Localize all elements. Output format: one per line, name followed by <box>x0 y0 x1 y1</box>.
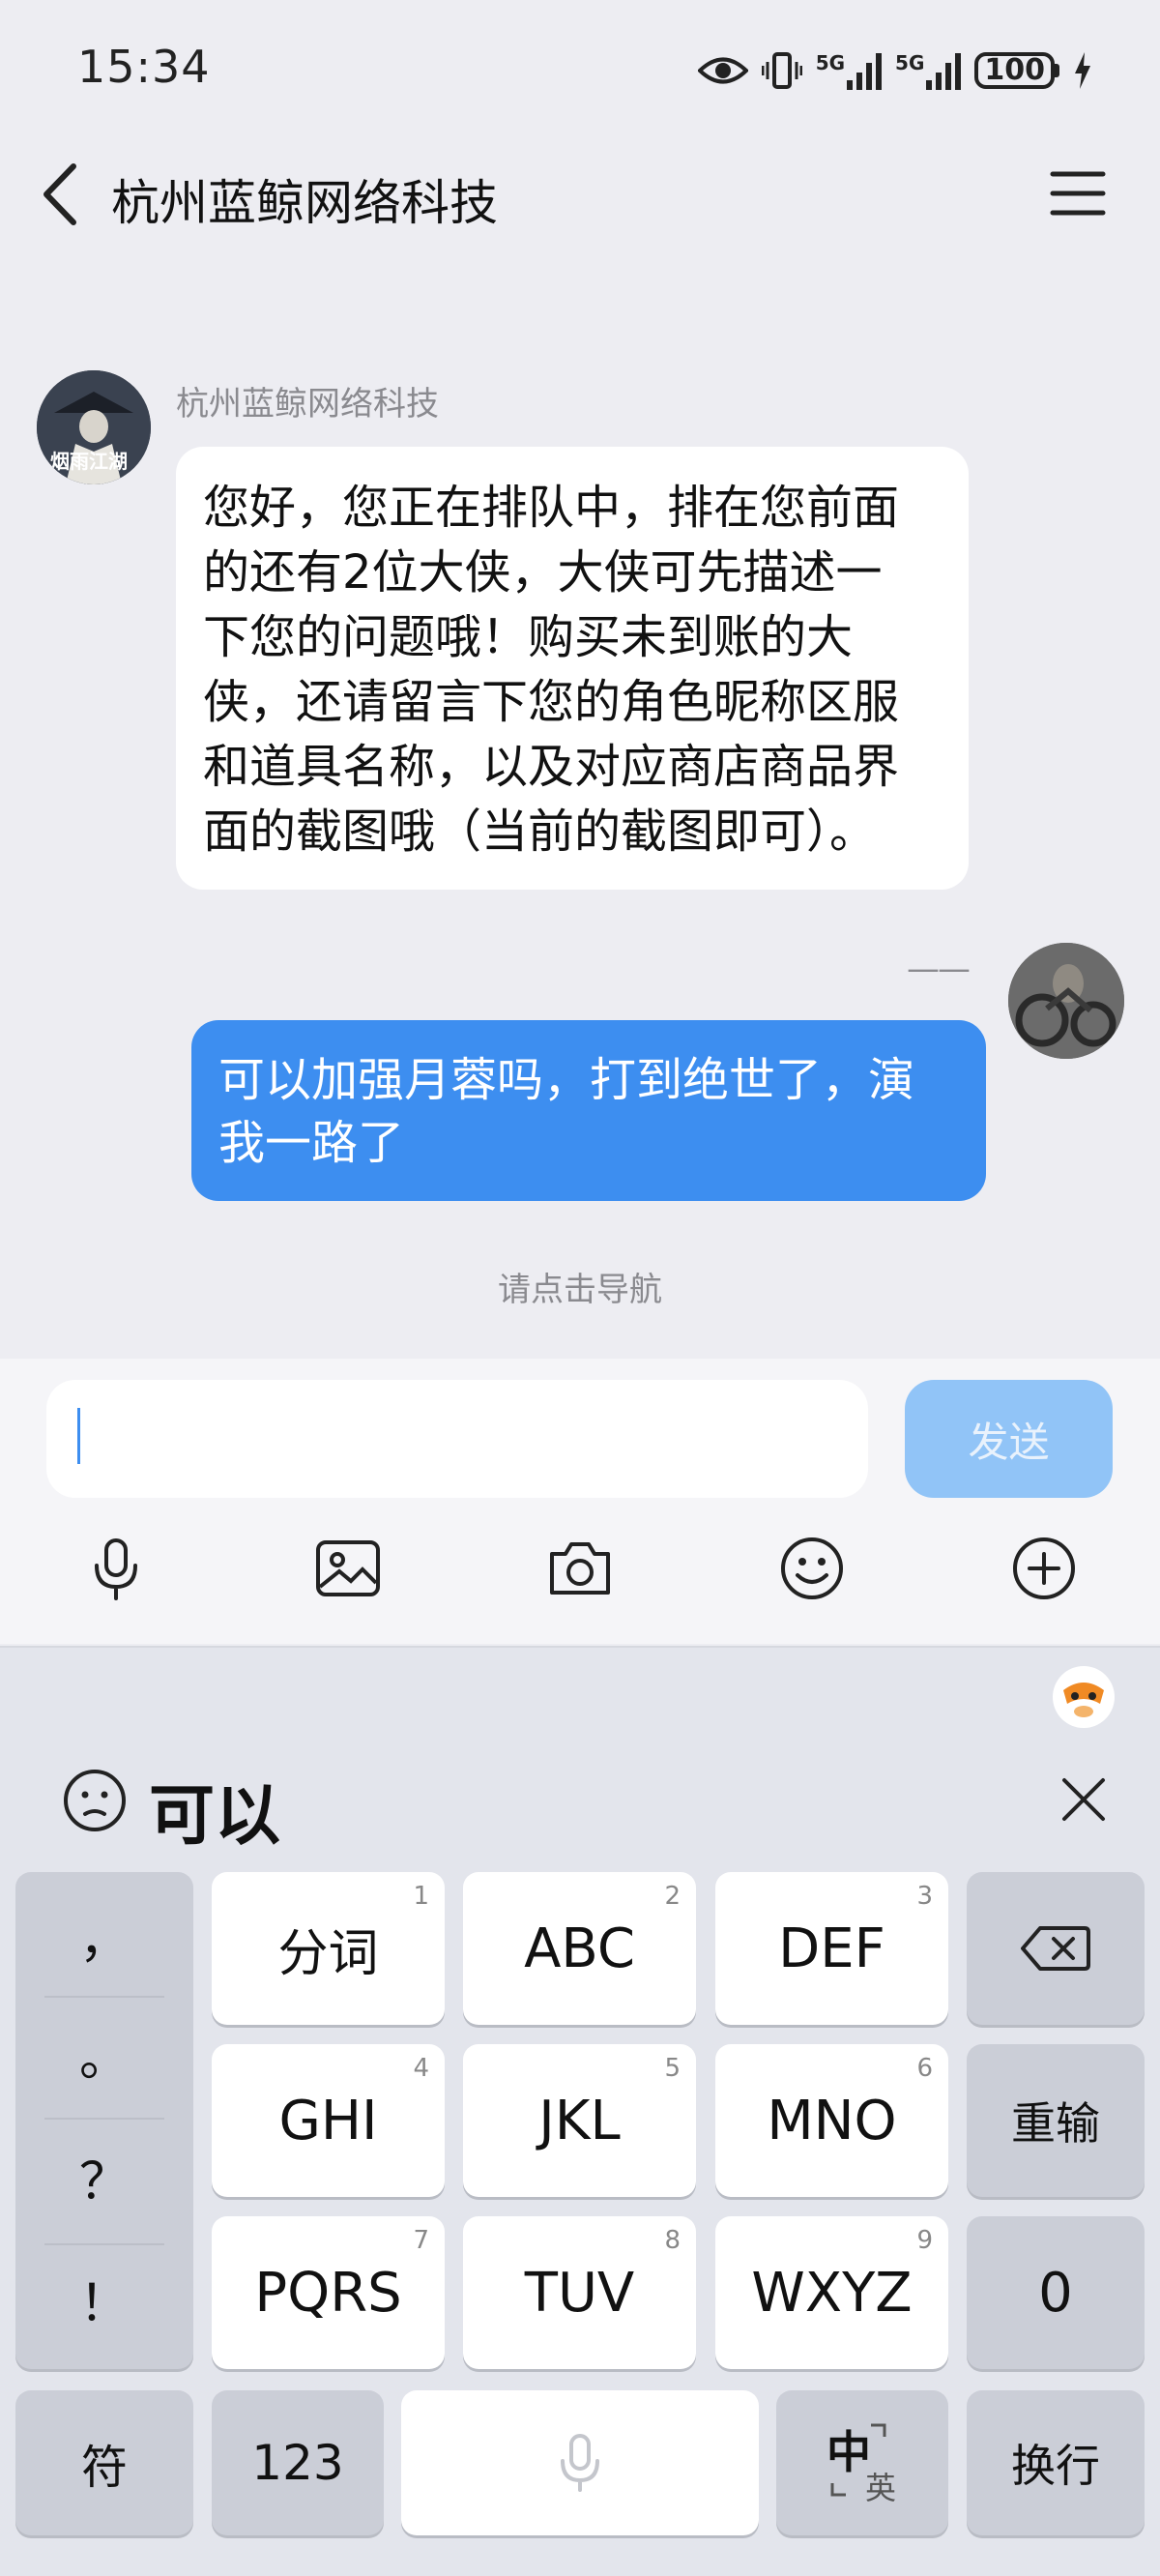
network-label-2: 5G <box>895 51 925 74</box>
key-pqrs[interactable]: PQRS 7 <box>212 2216 445 2369</box>
backspace-icon <box>1021 1926 1090 1971</box>
key-fenci[interactable]: 分词 1 <box>212 1872 445 2025</box>
network-5g-1: 5G <box>815 51 883 90</box>
key-label: GHI <box>278 2089 378 2152</box>
menu-icon[interactable] <box>1049 166 1107 220</box>
key-mno[interactable]: MNO 6 <box>715 2044 948 2197</box>
divider <box>0 1646 1160 1648</box>
status-time: 15:34 <box>77 41 211 93</box>
message-line: 我一路了 <box>218 1116 405 1170</box>
key-label: DEF <box>778 1917 885 1980</box>
page-title: 杭州蓝鲸网络科技 <box>111 175 498 231</box>
image-icon[interactable] <box>314 1535 382 1602</box>
avatar[interactable]: 烟雨江湖 <box>37 370 151 484</box>
message-line: 下您的问题哦！购买未到账的大 <box>203 610 854 664</box>
key-label: TUV <box>524 2261 635 2325</box>
key-label: JKL <box>538 2089 621 2152</box>
punct-key-comma[interactable]: ， <box>15 1899 193 1972</box>
vibrate-icon <box>761 52 802 89</box>
keyboard-mascot-icon[interactable] <box>1052 1665 1116 1729</box>
close-icon[interactable] <box>1059 1775 1108 1824</box>
network-label-1: 5G <box>815 51 846 74</box>
avatar-logo-text: 烟雨江湖 <box>50 450 128 473</box>
neutral-face-icon[interactable] <box>62 1768 128 1833</box>
key-number: 6 <box>916 2054 933 2083</box>
punct-key-question[interactable]: ？ <box>15 2141 193 2213</box>
key-label: ABC <box>524 1917 635 1980</box>
zero-key[interactable]: 0 <box>967 2216 1145 2369</box>
key-number: 9 <box>916 2226 933 2255</box>
retype-key[interactable]: 重输 <box>967 2044 1145 2197</box>
key-number: 1 <box>413 1882 429 1911</box>
message-input[interactable] <box>46 1380 868 1498</box>
enter-key[interactable]: 换行 <box>967 2390 1145 2535</box>
navigation-hint[interactable]: 请点击导航 <box>0 1263 1160 1310</box>
back-button[interactable] <box>37 161 85 228</box>
key-label: MNO <box>767 2089 897 2152</box>
key-number: 7 <box>413 2226 429 2255</box>
message-line: 可以加强月蓉吗，打到绝世了，演 <box>218 1053 915 1107</box>
key-number: 8 <box>664 2226 681 2255</box>
backspace-key[interactable] <box>967 1872 1145 2025</box>
camera-icon[interactable] <box>546 1535 614 1602</box>
key-wxyz[interactable]: WXYZ 9 <box>715 2216 948 2369</box>
symbols-key[interactable]: 符 <box>15 2390 193 2535</box>
key-number: 5 <box>664 2054 681 2083</box>
key-tuv[interactable]: TUV 8 <box>463 2216 696 2369</box>
sender-name: 杭州蓝鲸网络科技 <box>176 385 439 424</box>
status-icons: 5G 5G 100 <box>697 46 1092 95</box>
my-avatar[interactable] <box>1008 943 1124 1059</box>
key-label: PQRS <box>254 2261 402 2325</box>
message-line: 的还有2位大侠，大侠可先描述一 <box>203 545 883 600</box>
switch-bracket-icon <box>830 2423 886 2497</box>
key-label: 分词 <box>277 1924 379 1983</box>
battery-level: 100 <box>974 52 1055 89</box>
charging-icon <box>1075 52 1090 89</box>
battery-icon: 100 <box>974 52 1059 89</box>
punct-key-period[interactable]: 。 <box>15 2017 193 2090</box>
message-line: 和道具名称，以及对应商店商品界 <box>203 740 900 794</box>
numbers-key[interactable]: 123 <box>212 2390 384 2535</box>
cn-en-switch-key[interactable]: 中 英 <box>776 2390 948 2535</box>
message-line: 您好，您正在排队中，排在您前面 <box>203 481 900 535</box>
message-line: 侠，还请留言下您的角色昵称区服 <box>203 675 900 729</box>
key-jkl[interactable]: JKL 5 <box>463 2044 696 2197</box>
signal-icon <box>847 53 883 90</box>
my-sender-name: —— <box>907 950 971 988</box>
signal-icon <box>926 53 962 90</box>
candidate-word[interactable]: 可以 <box>149 1762 280 1858</box>
microphone-icon <box>561 2434 599 2492</box>
punct-key-exclamation[interactable]: ！ <box>15 2263 193 2335</box>
space-key[interactable] <box>401 2390 759 2535</box>
emoji-icon[interactable] <box>778 1535 846 1602</box>
text-caret <box>77 1408 80 1464</box>
punctuation-column: ， 。 ？ ！ <box>15 1872 193 2369</box>
key-abc[interactable]: ABC 2 <box>463 1872 696 2025</box>
send-button[interactable]: 发送 <box>905 1380 1113 1498</box>
network-5g-2: 5G <box>895 51 962 90</box>
eye-icon <box>697 57 748 84</box>
plus-icon[interactable] <box>1010 1535 1078 1602</box>
key-def[interactable]: DEF 3 <box>715 1872 948 2025</box>
key-number: 2 <box>664 1882 681 1911</box>
microphone-icon[interactable] <box>82 1535 150 1602</box>
key-number: 4 <box>413 2054 429 2083</box>
key-number: 3 <box>916 1882 933 1911</box>
incoming-message-bubble: 您好，您正在排队中，排在您前面 的还有2位大侠，大侠可先描述一 下您的问题哦！购… <box>176 447 969 890</box>
message-line: 面的截图哦（当前的截图即可）。 <box>203 805 877 859</box>
user-photo-icon <box>1008 943 1124 1059</box>
outgoing-message-bubble: 可以加强月蓉吗，打到绝世了，演 我一路了 <box>191 1020 986 1201</box>
key-label: WXYZ <box>751 2261 913 2325</box>
key-ghi[interactable]: GHI 4 <box>212 2044 445 2197</box>
